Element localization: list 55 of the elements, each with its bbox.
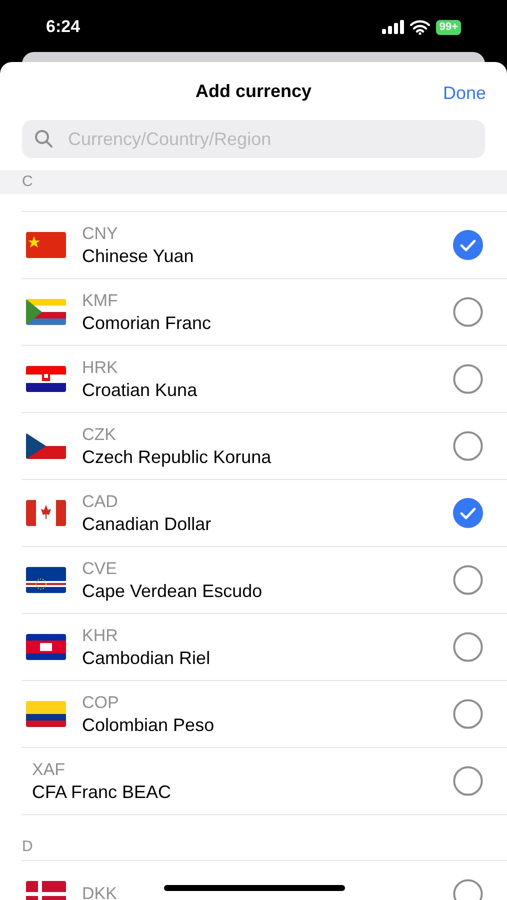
flag-icon: [26, 701, 66, 727]
radio-icon[interactable]: [453, 565, 483, 595]
currency-row[interactable]: XAF CFA Franc BEAC: [22, 748, 507, 815]
radio-icon[interactable]: [453, 364, 483, 394]
currency-name: Czech Republic Koruna: [82, 446, 272, 468]
section-header: C: [22, 172, 33, 192]
currency-name: Comorian Franc: [82, 312, 212, 334]
radio-icon[interactable]: [453, 879, 483, 900]
currency-code: DKK: [82, 883, 117, 900]
currency-code: CVE: [82, 558, 117, 580]
section-header: D: [22, 836, 33, 857]
flag-icon: [26, 567, 66, 593]
flag-icon: [26, 232, 66, 258]
currency-name: Croatian Kuna: [82, 379, 198, 401]
done-button[interactable]: Done: [442, 80, 486, 107]
currency-code: KMF: [82, 290, 118, 312]
flag-icon: [26, 299, 66, 325]
checked-icon[interactable]: [453, 230, 483, 260]
currency-code: KHR: [82, 625, 118, 647]
status-time: 6:24: [46, 16, 80, 38]
currency-code: COP: [82, 692, 119, 714]
radio-icon[interactable]: [453, 766, 483, 796]
currency-name: Canadian Dollar: [82, 513, 212, 535]
battery-indicator: 99+: [436, 20, 461, 34]
currency-row[interactable]: KHR Cambodian Riel: [22, 614, 507, 681]
currency-row[interactable]: CZK Czech Republic Koruna: [22, 413, 507, 480]
flag-icon: [26, 500, 66, 526]
currency-name: Colombian Peso: [82, 714, 214, 736]
currency-code: CNY: [82, 223, 118, 245]
currency-code: CAD: [82, 491, 118, 513]
currency-row[interactable]: CNY Chinese Yuan: [22, 212, 507, 279]
currency-name: Cape Verdean Escudo: [82, 580, 262, 602]
sheet-title: Add currency: [195, 80, 312, 103]
radio-icon[interactable]: [453, 699, 483, 729]
currency-code: HRK: [82, 357, 118, 379]
signal-icon: [382, 20, 404, 34]
flag-icon: [26, 366, 66, 392]
currency-name: CFA Franc BEAC: [32, 781, 172, 803]
checked-icon[interactable]: [453, 498, 483, 528]
currency-name: Chinese Yuan: [82, 245, 194, 267]
radio-icon[interactable]: [453, 431, 483, 461]
currency-row[interactable]: CAD Canadian Dollar: [22, 480, 507, 547]
currency-row[interactable]: KMF Comorian Franc: [22, 279, 507, 346]
currency-code: CZK: [82, 424, 116, 446]
currency-row[interactable]: COP Colombian Peso: [22, 681, 507, 748]
flag-icon: [26, 433, 66, 459]
flag-icon: [26, 634, 66, 660]
currency-name: Cambodian Riel: [82, 647, 210, 669]
radio-icon[interactable]: [453, 297, 483, 327]
currency-row[interactable]: CVE Cape Verdean Escudo: [22, 547, 507, 614]
currency-code: XAF: [32, 759, 66, 781]
search-icon: [34, 129, 54, 149]
wifi-icon: [410, 20, 430, 34]
currency-row[interactable]: HRK Croatian Kuna: [22, 346, 507, 413]
radio-icon[interactable]: [453, 632, 483, 662]
